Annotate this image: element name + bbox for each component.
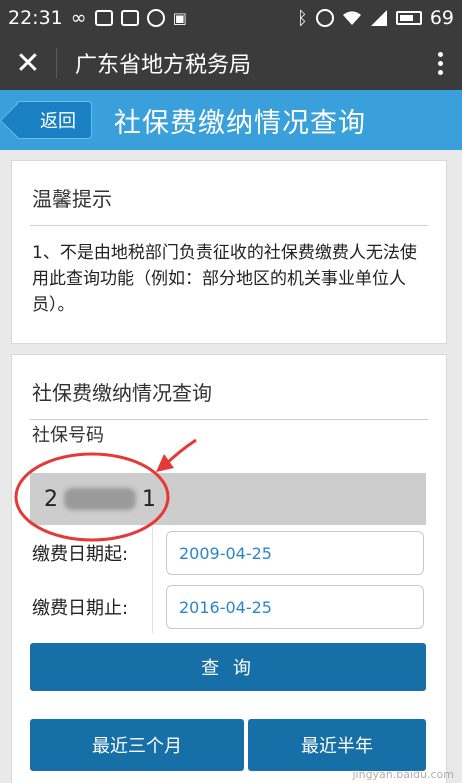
ssn-value-end: 1 <box>142 486 156 512</box>
ssn-input[interactable]: 2 1 <box>30 473 426 525</box>
image-icon <box>94 10 113 26</box>
back-button-label: 返回 <box>40 111 76 132</box>
wifi-icon <box>342 10 362 26</box>
ssn-label: 社保号码 <box>32 425 104 446</box>
battery-level: 69 <box>429 7 454 29</box>
more-vertical-icon[interactable] <box>418 36 462 90</box>
divider <box>30 419 428 420</box>
end-date-input[interactable]: 2016-04-25 <box>166 585 424 629</box>
status-left: 22:31 ∞ ▣ <box>8 7 187 29</box>
status-time: 22:31 <box>8 7 63 29</box>
signal-4g-icon <box>370 10 388 26</box>
end-date-label: 缴费日期止: <box>32 598 129 619</box>
page-header: 返回 社保费缴纳情况查询 <box>0 90 462 150</box>
app-title: 广东省地方税务局 <box>75 53 252 78</box>
status-bar: 22:31 ∞ ▣ ᛒ 69 <box>0 0 462 36</box>
infinity-icon: ∞ <box>70 7 87 29</box>
recent-6-months-button[interactable]: 最近半年 <box>248 719 426 771</box>
battery-icon <box>395 11 422 25</box>
close-icon[interactable]: ✕ <box>0 36 56 90</box>
page-title: 社保费缴纳情况查询 <box>114 107 366 139</box>
end-date-row: 缴费日期止: 2016-04-25 <box>12 581 448 633</box>
query-card: 社保费缴纳情况查询 社保号码 2 1 缴费日期起: 2009-04-25 缴费日… <box>11 354 447 783</box>
start-date-input[interactable]: 2009-04-25 <box>166 531 424 575</box>
back-button[interactable]: 返回 <box>16 101 92 139</box>
start-date-label: 缴费日期起: <box>32 544 129 565</box>
ssn-value-start: 2 <box>44 486 58 512</box>
notice-title: 温馨提示 <box>32 187 112 211</box>
ssn-redacted <box>64 488 136 510</box>
status-right: ᛒ 69 <box>297 7 454 29</box>
notice-text: 1、不是由地税部门负责征收的社保费缴费人无法使用此查询功能（例如：部分地区的机关… <box>32 243 417 315</box>
notification-icon <box>120 10 139 26</box>
alarm-icon <box>315 9 334 27</box>
recent-3-months-button[interactable]: 最近三个月 <box>30 719 244 771</box>
watermark: jingyan.baidu.com <box>352 768 454 781</box>
start-date-row: 缴费日期起: 2009-04-25 <box>12 527 448 579</box>
app-header: ✕ 广东省地方税务局 <box>0 36 462 90</box>
query-button[interactable]: 查 询 <box>30 643 426 691</box>
notice-card: 温馨提示 1、不是由地税部门负责征收的社保费缴费人无法使用此查询功能（例如：部分… <box>11 160 447 344</box>
bluetooth-icon: ᛒ <box>297 7 308 29</box>
taobao-icon <box>146 9 165 27</box>
sim-icon: ▣ <box>172 9 187 27</box>
query-title: 社保费缴纳情况查询 <box>32 381 212 405</box>
